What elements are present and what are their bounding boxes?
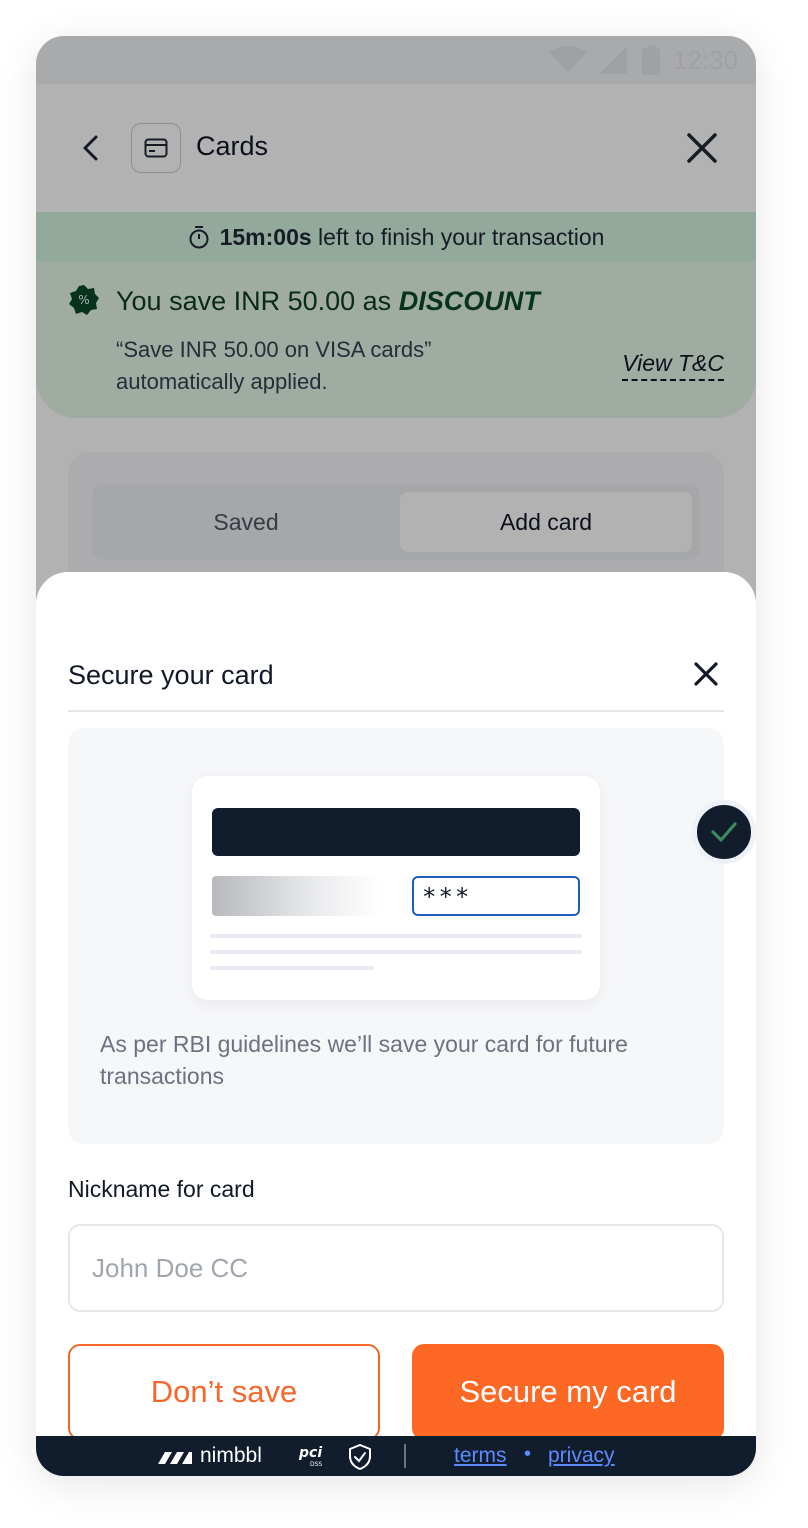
footer-separator — [404, 1444, 406, 1468]
card-cvv-mask: *** — [412, 876, 580, 916]
sheet-title: Secure your card — [68, 660, 274, 690]
shield-check-icon — [349, 1444, 371, 1470]
divider — [68, 710, 724, 712]
nimbbl-logo-icon — [158, 1452, 192, 1464]
checkmark-icon — [692, 800, 756, 864]
secure-card-sheet: Secure your card *** As per RBI guidelin… — [36, 572, 756, 1476]
footer-dot: • — [524, 1443, 532, 1465]
save-card-info: *** As per RBI guidelines we’ll save you… — [68, 728, 756, 1144]
phone-frame: 12:30 Cards 15m:00s left to finish your … — [36, 36, 756, 1476]
card-illustration: *** — [192, 776, 756, 1000]
brand-name: nimbbl — [200, 1444, 262, 1467]
close-icon[interactable] — [692, 660, 720, 688]
card-number-placeholder — [212, 808, 580, 856]
pci-dss-icon: pciDSS — [298, 1445, 322, 1468]
rbi-info-text: As per RBI guidelines we’ll save your ca… — [100, 1031, 628, 1089]
privacy-link[interactable]: privacy — [548, 1444, 615, 1468]
svg-text:pci: pci — [298, 1445, 322, 1461]
card-line — [210, 966, 374, 970]
card-line — [210, 950, 582, 954]
nickname-label: Nickname for card — [68, 1176, 255, 1202]
card-line — [210, 934, 582, 938]
dont-save-button[interactable]: Don’t save — [68, 1344, 380, 1440]
svg-text:DSS: DSS — [310, 1461, 322, 1468]
card-expiry-placeholder — [212, 876, 380, 916]
footer: nimbbl pci DSS terms • privacy — [36, 1436, 756, 1476]
terms-link[interactable]: terms — [454, 1444, 507, 1468]
nickname-input[interactable] — [68, 1224, 724, 1312]
secure-card-button[interactable]: Secure my card — [412, 1344, 724, 1440]
brand: nimbbl — [158, 1436, 262, 1476]
